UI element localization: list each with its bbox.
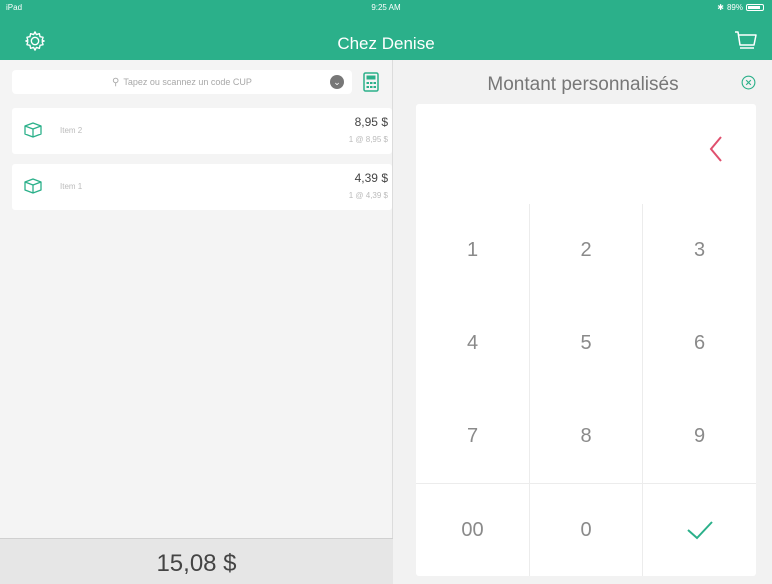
key-8[interactable]: 8 xyxy=(529,390,642,483)
box-icon xyxy=(24,178,42,194)
cart-item[interactable]: Item 1 4,39 $ 1 @ 4,39 $ xyxy=(12,164,392,210)
battery-label: 89% xyxy=(726,3,743,12)
search-input[interactable]: ⚲ Tapez ou scannez un code CUP xyxy=(12,70,352,94)
search-placeholder: Tapez ou scannez un code CUP xyxy=(123,77,252,87)
search-icon: ⚲ xyxy=(112,76,120,88)
cart-icon[interactable] xyxy=(734,30,758,52)
app-header: iPad 9:25 AM ✱ 89% Chez Denise xyxy=(0,0,772,60)
backspace-icon[interactable] xyxy=(706,134,726,164)
status-bar: iPad 9:25 AM ✱ 89% xyxy=(0,0,772,14)
battery-indicator: ✱ 89% xyxy=(717,3,764,12)
key-3[interactable]: 3 xyxy=(642,204,756,297)
amount-display xyxy=(416,104,756,204)
item-name: Item 2 xyxy=(60,126,83,135)
key-0[interactable]: 0 xyxy=(529,483,642,576)
item-price: 4,39 $ xyxy=(354,171,388,185)
key-6[interactable]: 6 xyxy=(642,297,756,390)
key-5[interactable]: 5 xyxy=(529,297,642,390)
key-00[interactable]: 00 xyxy=(416,483,529,576)
bluetooth-icon: ✱ xyxy=(717,3,724,12)
item-detail: 1 @ 4,39 $ xyxy=(348,191,388,200)
clear-search-button[interactable]: ⌄ xyxy=(330,75,344,89)
total-bar[interactable]: 15,08 $ xyxy=(0,538,393,584)
key-9[interactable]: 9 xyxy=(642,390,756,483)
cart-panel: ⚲ Tapez ou scannez un code CUP ⌄ Item 2 … xyxy=(0,60,393,584)
checkmark-icon xyxy=(686,521,713,540)
calculator-icon[interactable] xyxy=(363,72,379,92)
key-2[interactable]: 2 xyxy=(529,204,642,297)
item-detail: 1 @ 8,95 $ xyxy=(348,135,388,144)
confirm-button[interactable] xyxy=(642,483,756,576)
item-price: 8,95 $ xyxy=(354,115,388,129)
key-7[interactable]: 7 xyxy=(416,390,529,483)
box-icon xyxy=(24,122,42,138)
total-amount: 15,08 $ xyxy=(156,550,237,577)
cart-item[interactable]: Item 2 8,95 $ 1 @ 8,95 $ xyxy=(12,108,392,154)
battery-icon xyxy=(746,4,764,11)
custom-amount-title: Montant personnalisés xyxy=(487,74,679,95)
status-time: 9:25 AM xyxy=(371,3,401,12)
close-icon[interactable] xyxy=(741,75,756,90)
custom-amount-panel: Montant personnalisés 1 2 3 4 5 6 7 8 9 … xyxy=(394,60,772,584)
page-title: Chez Denise xyxy=(337,34,435,53)
search-row: ⚲ Tapez ou scannez un code CUP ⌄ xyxy=(12,70,392,94)
numeric-keypad: 1 2 3 4 5 6 7 8 9 00 0 xyxy=(416,104,756,576)
key-1[interactable]: 1 xyxy=(416,204,529,297)
key-4[interactable]: 4 xyxy=(416,297,529,390)
item-name: Item 1 xyxy=(60,182,83,191)
